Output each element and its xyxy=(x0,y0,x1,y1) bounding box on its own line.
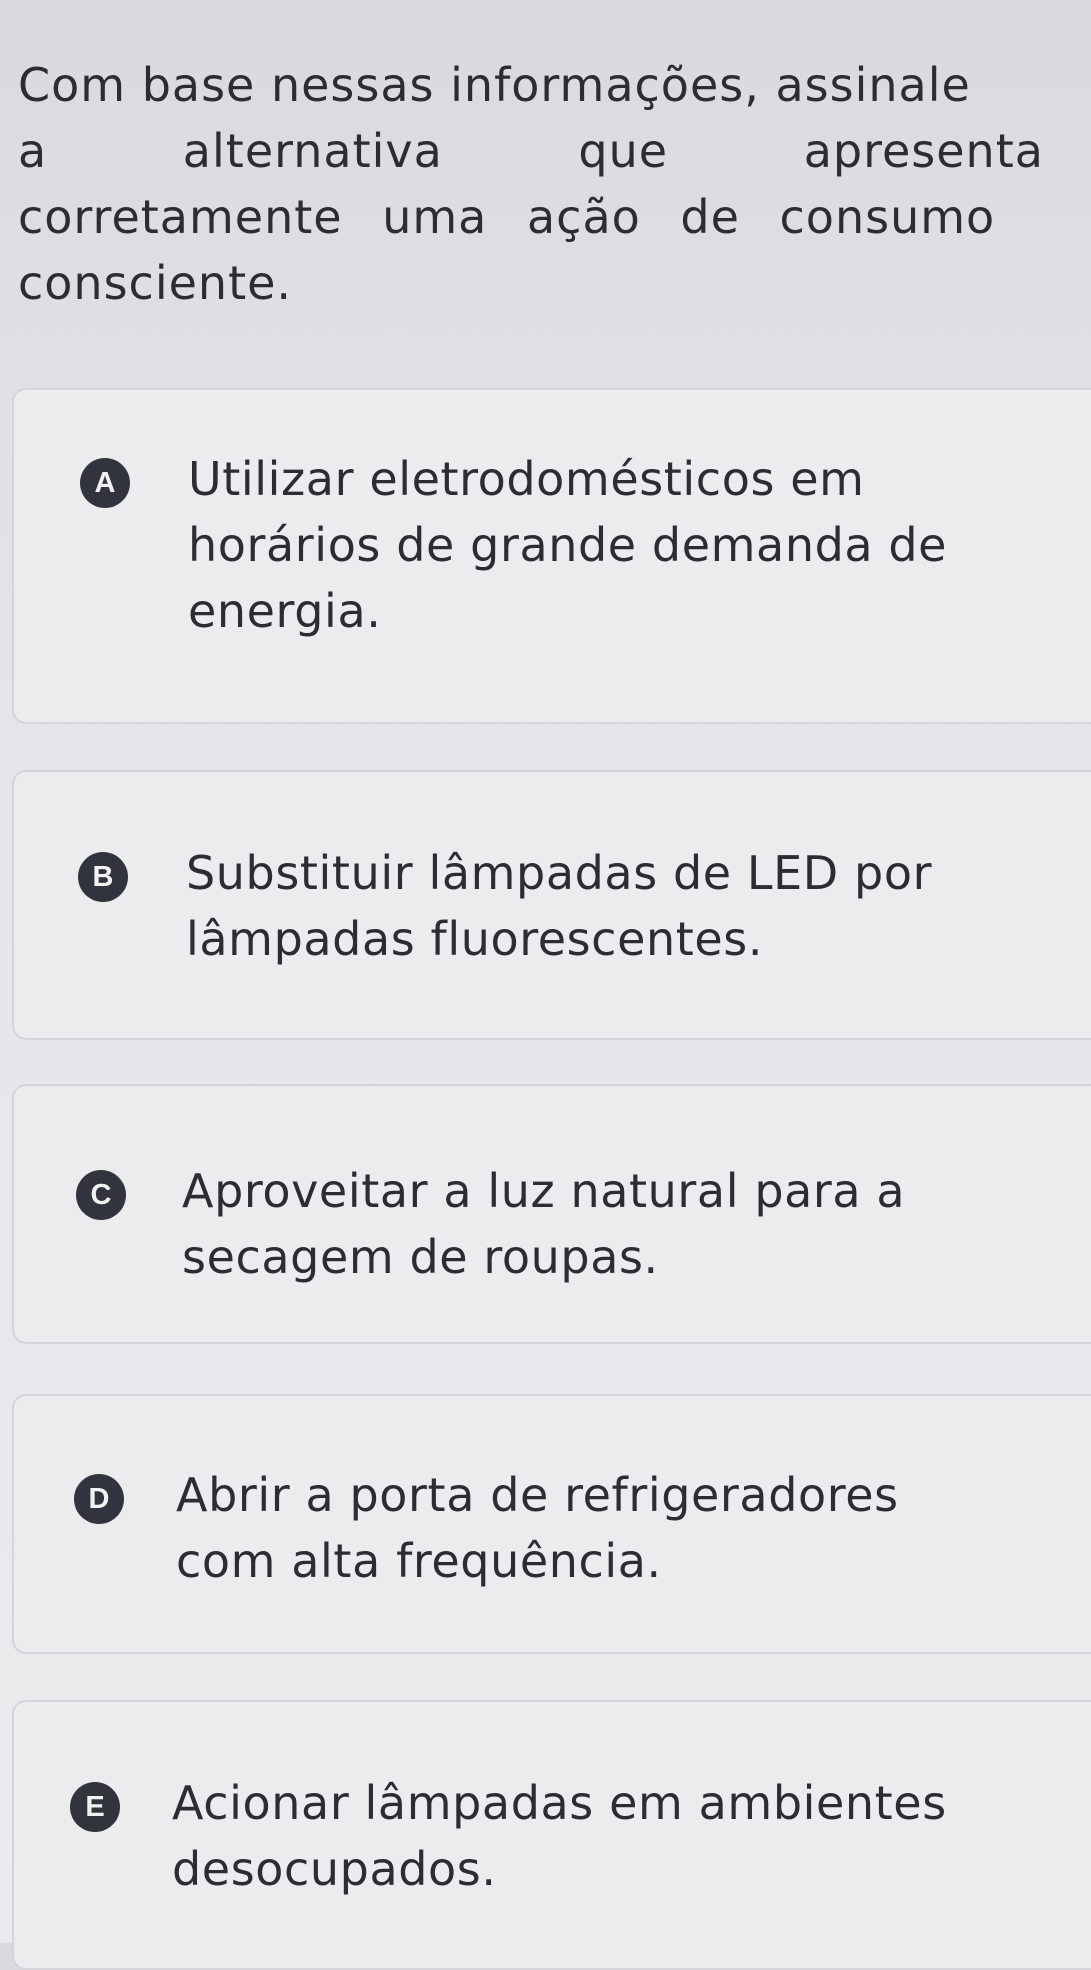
option-text-line: Aproveitar a luz natural para a xyxy=(182,1164,906,1218)
option-text-line: com alta frequência. xyxy=(176,1534,662,1588)
question-line: Com base nessas informações, assinale xyxy=(18,58,971,112)
option-text-line: secagem de roupas. xyxy=(182,1230,659,1284)
option-c[interactable]: C Aproveitar a luz natural para a secage… xyxy=(12,1084,1091,1344)
option-e[interactable]: E Acionar lâmpadas em ambientes desocupa… xyxy=(12,1700,1091,1970)
option-text-line: horários de grande demanda de xyxy=(188,518,948,572)
option-text: Aproveitar a luz natural para a secagem … xyxy=(182,1158,905,1290)
option-text-line: Utilizar eletrodomésticos em xyxy=(188,452,865,506)
option-text: Substituir lâmpadas de LED por lâmpadas … xyxy=(186,840,932,972)
question-line: consciente. xyxy=(18,256,293,310)
option-letter-badge: E xyxy=(70,1782,120,1832)
option-text: Utilizar eletrodomésticos em horários de… xyxy=(188,446,947,644)
option-letter-badge: B xyxy=(78,852,128,902)
option-text-line: Abrir a porta de refrigeradores xyxy=(176,1468,899,1522)
option-a[interactable]: A Utilizar eletrodomésticos em horários … xyxy=(12,388,1091,724)
question-text: Com base nessas informações, assinale a … xyxy=(18,52,1091,316)
option-text-line: Acionar lâmpadas em ambientes xyxy=(172,1776,947,1830)
option-letter-badge: C xyxy=(76,1170,126,1220)
option-text-line: Substituir lâmpadas de LED por xyxy=(186,846,933,900)
option-d[interactable]: D Abrir a porta de refrigeradores com al… xyxy=(12,1394,1091,1654)
option-letter-badge: D xyxy=(74,1474,124,1524)
option-text-line: energia. xyxy=(188,584,382,638)
option-b[interactable]: B Substituir lâmpadas de LED por lâmpada… xyxy=(12,770,1091,1040)
option-text: Acionar lâmpadas em ambientes desocupado… xyxy=(172,1770,947,1902)
option-text: Abrir a porta de refrigeradores com alta… xyxy=(176,1462,899,1594)
option-letter-badge: A xyxy=(80,458,130,508)
question-line: a alternativa que apresenta xyxy=(18,124,1044,178)
option-text-line: lâmpadas fluorescentes. xyxy=(186,912,764,966)
option-text-line: desocupados. xyxy=(172,1842,497,1896)
question-line: corretamente uma ação de consumo xyxy=(18,190,996,244)
